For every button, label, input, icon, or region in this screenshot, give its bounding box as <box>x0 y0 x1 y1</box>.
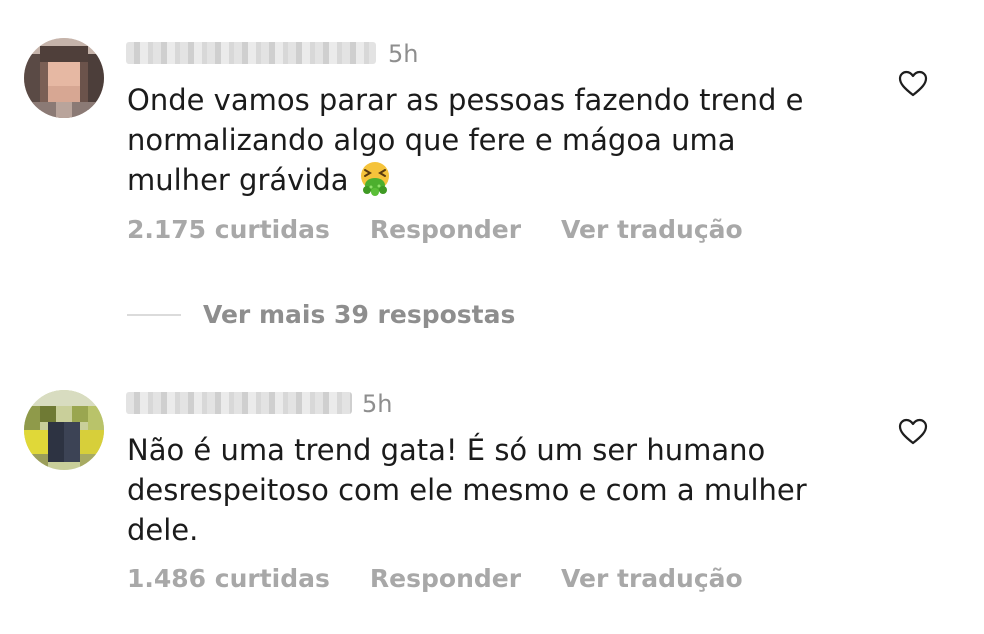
like-heart-icon[interactable] <box>898 418 928 446</box>
reply-button[interactable]: Responder <box>370 215 521 249</box>
comment-time: 5h <box>388 40 419 68</box>
like-heart-icon[interactable] <box>898 70 928 98</box>
view-more-replies[interactable]: Ver mais 39 respostas <box>127 300 515 329</box>
comment-time: 5h <box>362 390 393 418</box>
avatar[interactable] <box>24 390 104 470</box>
likes-count[interactable]: 2.175 curtidas <box>127 215 330 249</box>
comment-text-content: Onde vamos parar as pessoas fazendo tren… <box>127 83 804 197</box>
avatar[interactable] <box>24 38 104 118</box>
translate-button[interactable]: Ver tradução <box>561 215 743 249</box>
comment-actions: 2.175 curtidas Responder Ver tradução <box>127 215 743 249</box>
nauseated-vomiting-face-icon <box>357 160 393 196</box>
comment-text-content: Não é uma trend gata! É só um ser humano… <box>127 433 807 547</box>
view-more-replies-label[interactable]: Ver mais 39 respostas <box>203 300 515 329</box>
divider-line <box>127 313 181 316</box>
comment-text: Não é uma trend gata! É só um ser humano… <box>127 430 867 550</box>
comments-page: 5h Onde vamos parar as pessoas fazendo t… <box>0 0 984 634</box>
reply-button[interactable]: Responder <box>370 564 521 598</box>
likes-count[interactable]: 1.486 curtidas <box>127 564 330 598</box>
translate-button[interactable]: Ver tradução <box>561 564 743 598</box>
username-blurred[interactable] <box>126 42 376 64</box>
comment-text: Onde vamos parar as pessoas fazendo tren… <box>127 80 867 200</box>
username-blurred[interactable] <box>126 392 352 414</box>
comment-actions: 1.486 curtidas Responder Ver tradução <box>127 564 743 598</box>
